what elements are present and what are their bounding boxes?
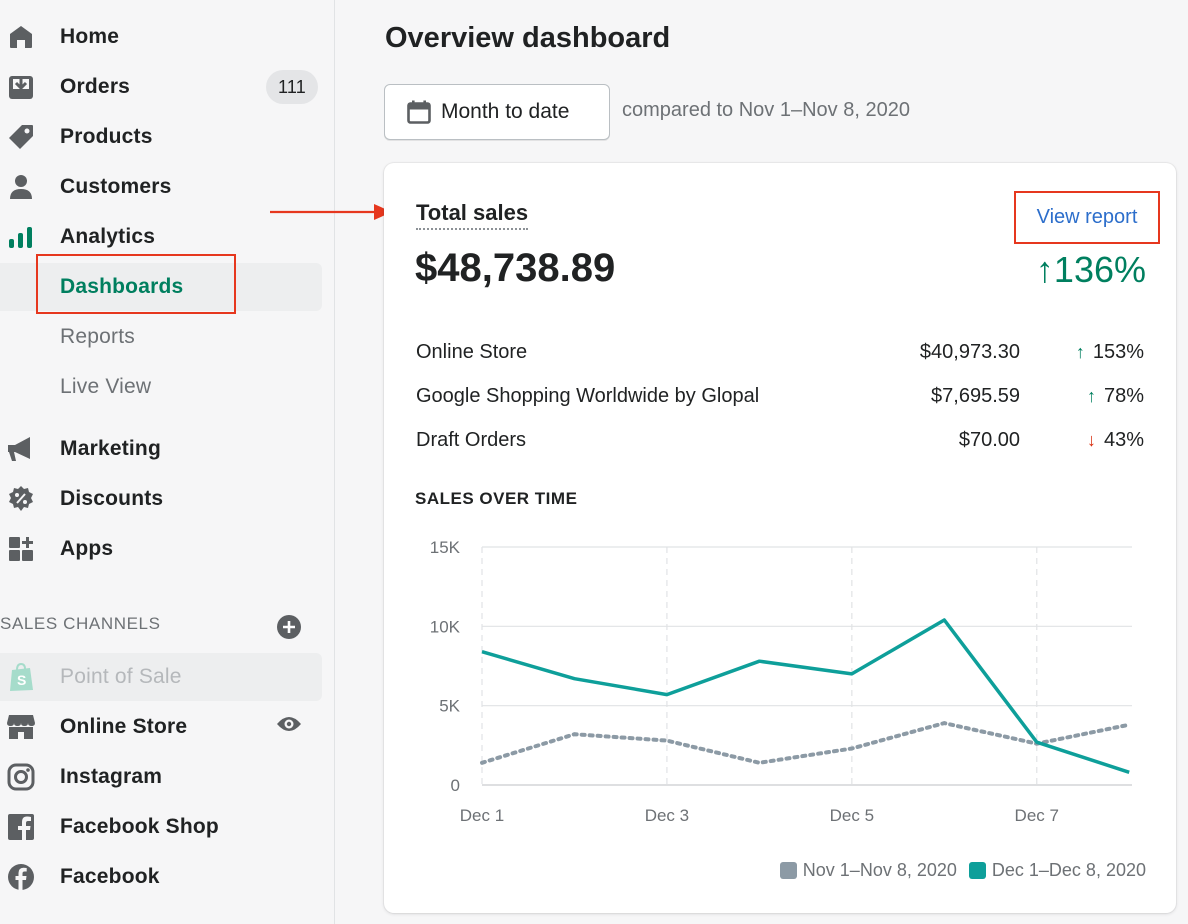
date-range-label: Month to date bbox=[441, 100, 570, 123]
store-icon bbox=[6, 712, 36, 742]
total-sales-card: Total sales View report $48,738.89 ↑136%… bbox=[384, 163, 1176, 913]
sidebar-item-label: Marketing bbox=[60, 437, 161, 460]
orders-count-badge: 111 bbox=[266, 70, 318, 104]
page-title: Overview dashboard bbox=[385, 22, 671, 54]
sidebar-subitem-label: Reports bbox=[60, 325, 135, 348]
sales-channels-title: SALES CHANNELS bbox=[0, 614, 161, 633]
facebook-circle-icon bbox=[6, 862, 36, 892]
x-tick-label: Dec 7 bbox=[1015, 806, 1059, 825]
facebook-square-icon bbox=[6, 812, 36, 842]
y-tick-label: 10K bbox=[430, 617, 461, 636]
sidebar-item-label: Products bbox=[60, 125, 153, 148]
series-line-previous bbox=[480, 721, 1132, 765]
sidebar-item-label: Online Store bbox=[60, 715, 188, 738]
person-icon bbox=[6, 172, 36, 202]
shopify-bag-icon: S bbox=[6, 662, 36, 692]
sidebar-subitem-label: Live View bbox=[60, 375, 152, 398]
legend-swatch bbox=[968, 862, 986, 879]
sidebar-item-label: Discounts bbox=[60, 487, 164, 510]
x-tick-label: Dec 3 bbox=[645, 806, 689, 825]
date-range-button[interactable]: Month to date bbox=[384, 84, 610, 140]
sidebar-item-discounts[interactable]: Discounts bbox=[0, 475, 322, 523]
sidebar-channel-facebook[interactable]: Facebook bbox=[0, 853, 322, 901]
series-line-current bbox=[481, 618, 1130, 774]
x-tick-label: Dec 1 bbox=[460, 806, 504, 825]
sidebar: Home Orders 111 Products Customers Analy… bbox=[0, 0, 335, 924]
sidebar-channel-instagram[interactable]: Instagram bbox=[0, 753, 322, 801]
legend-label: Dec 1–Dec 8, 2020 bbox=[991, 860, 1146, 880]
sidebar-item-label: Instagram bbox=[60, 765, 163, 788]
plus-circle-icon bbox=[277, 615, 301, 639]
add-sales-channel-button[interactable] bbox=[276, 614, 302, 645]
legend-item-previous[interactable]: Nov 1–Nov 8, 2020 bbox=[779, 860, 957, 881]
sidebar-channel-facebook-shop[interactable]: Facebook Shop bbox=[0, 803, 322, 851]
apps-icon bbox=[6, 534, 36, 564]
sidebar-item-label: Apps bbox=[60, 537, 114, 560]
legend-label: Nov 1–Nov 8, 2020 bbox=[802, 860, 957, 880]
x-tick-label: Dec 5 bbox=[830, 806, 874, 825]
sidebar-subitem-reports[interactable]: Reports bbox=[0, 313, 322, 361]
sidebar-item-label: Facebook Shop bbox=[60, 815, 219, 838]
tag-icon bbox=[6, 122, 36, 152]
sidebar-channel-point-of-sale[interactable]: S Point of Sale bbox=[0, 653, 322, 701]
sidebar-item-label: Analytics bbox=[60, 225, 156, 248]
sidebar-item-label: Facebook bbox=[60, 865, 160, 888]
chart-legend: Nov 1–Nov 8, 2020 Dec 1–Dec 8, 2020 bbox=[779, 860, 1146, 881]
sidebar-subitem-live-view[interactable]: Live View bbox=[0, 363, 322, 411]
bar-chart-icon bbox=[6, 222, 36, 252]
discount-icon bbox=[6, 484, 36, 514]
y-tick-label: 5K bbox=[439, 697, 460, 716]
sidebar-item-label: Customers bbox=[60, 175, 172, 198]
sidebar-item-marketing[interactable]: Marketing bbox=[0, 425, 322, 473]
sidebar-item-home[interactable]: Home bbox=[0, 13, 322, 61]
sidebar-item-products[interactable]: Products bbox=[0, 113, 322, 161]
legend-item-current[interactable]: Dec 1–Dec 8, 2020 bbox=[968, 860, 1146, 881]
legend-swatch bbox=[779, 862, 797, 879]
megaphone-icon bbox=[6, 434, 36, 464]
sidebar-item-label: Home bbox=[60, 25, 120, 48]
sales-over-time-chart: 0 5K 10K 15K Dec 1 Dec 3 Dec 5 Dec 7 bbox=[430, 538, 1132, 825]
dashboards-highlight-annotation bbox=[36, 254, 236, 314]
sidebar-item-label: Orders bbox=[60, 75, 131, 98]
y-tick-label: 0 bbox=[451, 776, 460, 795]
sidebar-item-label: Point of Sale bbox=[60, 665, 182, 688]
orders-icon bbox=[6, 72, 36, 102]
annotation-arrow-icon bbox=[270, 204, 392, 220]
svg-text:S: S bbox=[17, 672, 27, 688]
sidebar-item-apps[interactable]: Apps bbox=[0, 525, 322, 573]
y-tick-label: 15K bbox=[430, 538, 461, 557]
sidebar-item-orders[interactable]: Orders 111 bbox=[0, 63, 322, 111]
sidebar-channel-online-store[interactable]: Online Store bbox=[0, 703, 322, 751]
home-icon bbox=[6, 22, 36, 52]
calendar-icon bbox=[407, 100, 431, 124]
eye-icon[interactable] bbox=[276, 715, 302, 739]
instagram-icon bbox=[6, 762, 36, 792]
comparison-range-text: compared to Nov 1–Nov 8, 2020 bbox=[622, 99, 910, 121]
